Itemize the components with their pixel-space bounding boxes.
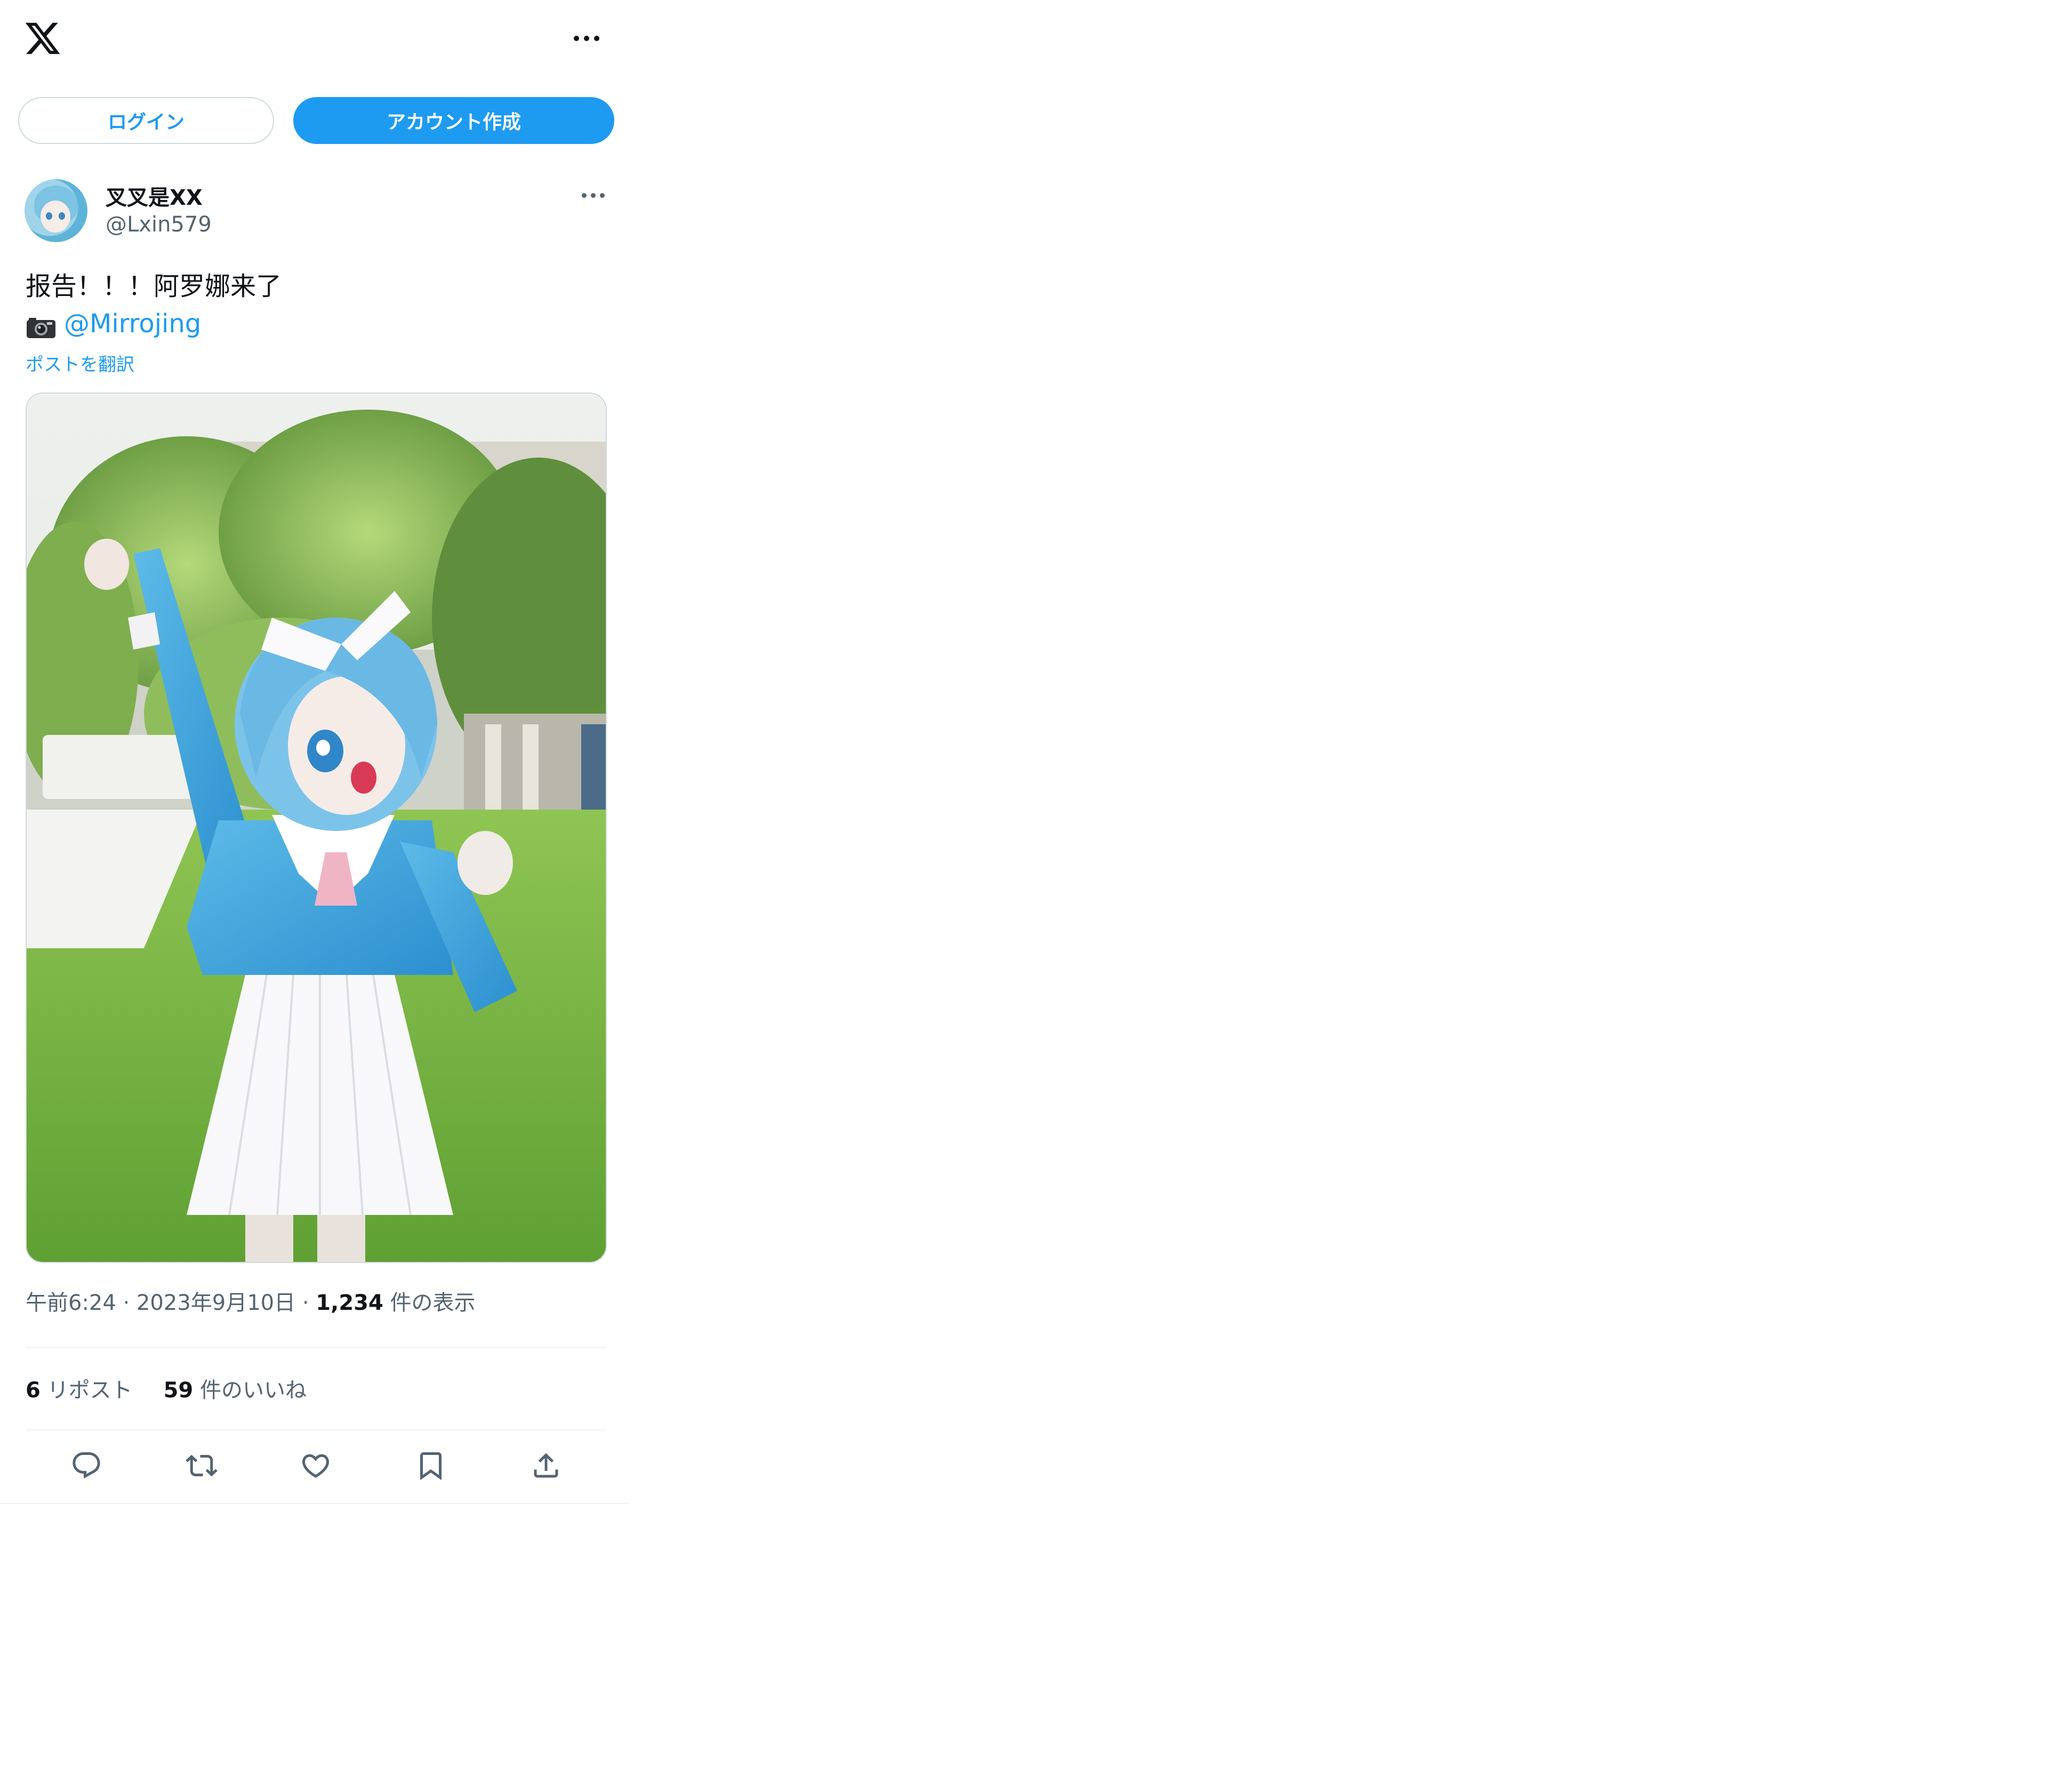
tweet-meta: 午前6:24 · 2023年9月10日 · 1,234 件の表示 — [26, 1285, 476, 1316]
avatar[interactable] — [25, 179, 87, 242]
camera-icon — [26, 312, 57, 338]
mention-link[interactable]: @Mirrojing — [64, 305, 201, 342]
views-label: 件の表示 — [390, 1291, 476, 1315]
tweet-stats: 6 リポスト 59 件のいいね — [26, 1373, 307, 1404]
tweet-date[interactable]: 2023年9月10日 — [137, 1285, 295, 1316]
tweet-text: 报告！！！阿罗娜来了 @Mirrojing — [26, 268, 282, 342]
tweet-more-icon[interactable] — [574, 186, 612, 205]
like-icon[interactable] — [299, 1449, 333, 1483]
share-icon[interactable] — [529, 1449, 563, 1483]
bookmark-icon[interactable] — [414, 1449, 448, 1483]
more-options-icon[interactable] — [567, 28, 606, 49]
translate-post-link[interactable]: ポストを翻訳 — [26, 350, 134, 376]
x-logo-icon[interactable] — [23, 19, 62, 58]
tweet-text-line: 报告！！！阿罗娜来了 — [26, 271, 282, 301]
reposts-count: 6 — [26, 1378, 41, 1403]
reposts-label: リポスト — [47, 1378, 133, 1403]
divider — [26, 1347, 607, 1348]
repost-icon[interactable] — [184, 1449, 219, 1483]
likes-stat[interactable]: 59 件のいいね — [164, 1373, 307, 1404]
tweet-photo[interactable] — [26, 393, 607, 1263]
login-button[interactable]: ログイン — [18, 97, 274, 144]
divider — [26, 1429, 607, 1430]
reply-icon[interactable] — [69, 1449, 103, 1483]
likes-count: 59 — [163, 1378, 194, 1403]
divider — [0, 1503, 629, 1504]
meta-separator: · — [116, 1291, 137, 1315]
tweet-page: ログイン アカウント作成 叉叉是XX @Lxin579 报告！！！阿罗娜来了 @… — [0, 0, 629, 1504]
meta-separator: · — [295, 1291, 316, 1315]
tweet-actions — [26, 1440, 607, 1491]
display-name[interactable]: 叉叉是XX — [106, 180, 203, 211]
likes-label: 件のいいね — [199, 1378, 307, 1403]
user-handle[interactable]: @Lxin579 — [106, 212, 212, 237]
views-count: 1,234 — [316, 1291, 383, 1315]
reposts-stat[interactable]: 6 リポスト — [26, 1373, 133, 1404]
tweet-time[interactable]: 午前6:24 — [26, 1285, 116, 1316]
create-account-button[interactable]: アカウント作成 — [293, 97, 614, 144]
